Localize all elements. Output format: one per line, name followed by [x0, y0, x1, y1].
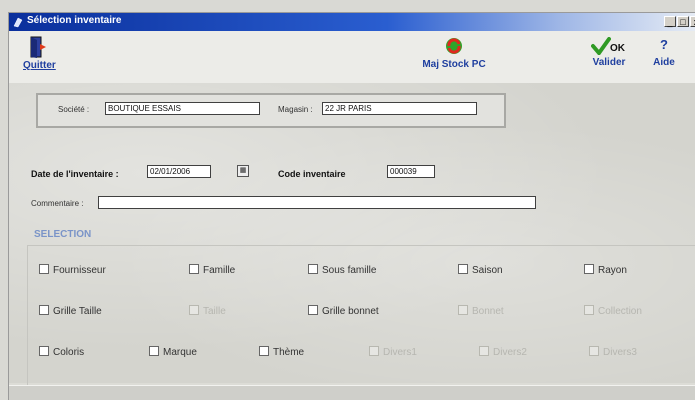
- quit-label: Quitter: [23, 60, 56, 71]
- checkbox-taille: Taille: [189, 305, 226, 317]
- checkmark-icon: [591, 37, 611, 55]
- checkbox-divers2: Divers2: [479, 346, 527, 358]
- app-window: Sélection inventaire _ □ x Quitter Maj S…: [8, 12, 695, 400]
- checkbox-grille-taille[interactable]: Grille Taille: [39, 305, 102, 317]
- societe-field[interactable]: BOUTIQUE ESSAIS: [105, 102, 260, 115]
- maj-stock-button[interactable]: Maj Stock PC: [404, 36, 504, 70]
- validate-button[interactable]: OK Valider: [589, 37, 629, 68]
- maximize-button[interactable]: □: [677, 16, 689, 27]
- minimize-button[interactable]: _: [664, 16, 676, 27]
- code-field[interactable]: 000039: [387, 165, 435, 178]
- close-button[interactable]: x: [690, 16, 695, 27]
- ok-text: OK: [610, 43, 625, 54]
- checkbox-saison[interactable]: Saison: [458, 264, 503, 276]
- societe-label: Société :: [58, 105, 90, 114]
- maj-stock-label: Maj Stock PC: [422, 59, 486, 70]
- title-bar[interactable]: Sélection inventaire _ □ x: [9, 13, 695, 31]
- checkbox-sous-famille[interactable]: Sous famille: [308, 264, 376, 276]
- checkbox-coloris[interactable]: Coloris: [39, 346, 84, 358]
- checkbox-divers1: Divers1: [369, 346, 417, 358]
- door-exit-icon: [30, 36, 46, 58]
- checkbox-divers3: Divers3: [589, 346, 637, 358]
- selection-title: SELECTION: [34, 229, 92, 240]
- comment-field[interactable]: [98, 196, 536, 209]
- app-icon: [13, 17, 23, 28]
- checkbox-marque[interactable]: Marque: [149, 346, 197, 358]
- status-bar: [9, 385, 695, 400]
- code-label: Code inventaire: [278, 169, 346, 179]
- checkbox-rayon[interactable]: Rayon: [584, 264, 627, 276]
- magasin-label: Magasin :: [278, 105, 313, 114]
- selection-groupbox: Fournisseur Famille Sous famille Saison …: [27, 245, 695, 386]
- checkbox-grille-bonnet[interactable]: Grille bonnet: [308, 305, 379, 317]
- quit-button[interactable]: Quitter: [23, 35, 56, 71]
- question-icon: ?: [660, 37, 668, 52]
- validate-label: Valider: [592, 57, 626, 68]
- checkbox-famille[interactable]: Famille: [189, 264, 235, 276]
- date-field[interactable]: 02/01/2006: [147, 165, 211, 178]
- checkbox-theme[interactable]: Thème: [259, 346, 304, 358]
- comment-label: Commentaire :: [31, 199, 84, 208]
- help-button[interactable]: ? Aide: [649, 37, 679, 68]
- refresh-icon: [446, 38, 462, 54]
- help-label: Aide: [653, 57, 675, 68]
- toolbar: Quitter Maj Stock PC OK Valider ? Aide: [9, 31, 695, 84]
- date-label: Date de l'inventaire :: [31, 169, 119, 179]
- magasin-field[interactable]: 22 JR PARIS: [322, 102, 477, 115]
- checkbox-fournisseur[interactable]: Fournisseur: [39, 264, 106, 276]
- calendar-icon[interactable]: ▦: [237, 165, 249, 177]
- window-title: Sélection inventaire: [27, 15, 122, 26]
- checkbox-bonnet: Bonnet: [458, 305, 504, 317]
- store-groupbox: Société : BOUTIQUE ESSAIS Magasin : 22 J…: [36, 93, 506, 128]
- checkbox-collection: Collection: [584, 305, 642, 317]
